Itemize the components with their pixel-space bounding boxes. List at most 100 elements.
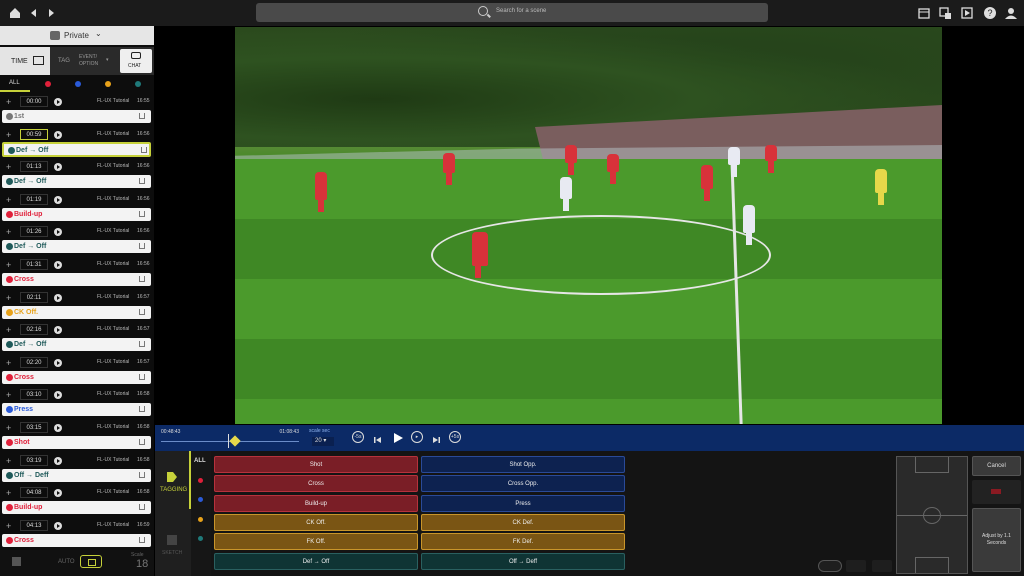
play-icon[interactable] [54, 293, 62, 302]
share-icon[interactable] [139, 471, 145, 478]
video-player[interactable] [235, 27, 942, 424]
scene-entry[interactable]: +02:20 FL-UX Tutorial 16:57 Cross [0, 355, 154, 388]
play-icon[interactable] [54, 98, 62, 106]
play-icon[interactable] [54, 163, 62, 172]
tab-tag[interactable]: TAG [52, 47, 74, 75]
scene-label-bar[interactable]: 1st [2, 110, 151, 123]
scene-label-bar[interactable]: CK Off. [2, 305, 151, 319]
scene-entry[interactable]: +01:31 FL-UX Tutorial 16:56 Cross [0, 257, 154, 290]
back-icon[interactable] [27, 6, 41, 20]
help-icon[interactable]: ? [983, 6, 997, 20]
scene-time[interactable]: 04:13 [20, 519, 48, 531]
scene-label-bar[interactable]: Cross [2, 533, 151, 547]
scene-label-bar[interactable]: Shot [2, 436, 151, 449]
export-icon[interactable] [938, 6, 952, 20]
home-icon[interactable] [8, 6, 22, 20]
filter-blue[interactable] [75, 81, 81, 87]
tag-button[interactable]: Def → Off [214, 552, 418, 570]
record-button[interactable] [972, 480, 1021, 504]
scene-time[interactable]: 01:13 [20, 161, 48, 173]
tag-button[interactable]: Shot [214, 456, 418, 473]
scene-label-bar[interactable]: Def → Off [2, 240, 151, 254]
frame-play-button[interactable]: ▸ [411, 431, 423, 443]
cancel-button[interactable]: Cancel [972, 456, 1021, 476]
scene-time[interactable]: 03:15 [20, 422, 48, 433]
timeline-scrubber[interactable]: 00:48:43 01:08:43 [161, 428, 299, 449]
play-icon[interactable] [54, 326, 62, 335]
scene-label-bar[interactable]: Def → Off [2, 175, 151, 189]
pitch-map[interactable] [896, 456, 968, 574]
scene-entry[interactable]: +01:19 FL-UX Tutorial 16:56 Build-up [0, 192, 154, 225]
filter-yellow[interactable] [105, 81, 111, 87]
share-icon[interactable] [139, 178, 145, 185]
play-icon[interactable] [54, 521, 62, 530]
scene-time[interactable]: 03:19 [20, 454, 48, 466]
scene-entry[interactable]: +01:13 FL-UX Tutorial 16:56 Def → Off [0, 159, 154, 192]
mini-control[interactable] [872, 560, 892, 572]
visibility-selector[interactable]: Private ⌄ [0, 26, 154, 45]
tag-button[interactable]: Cross Opp. [421, 475, 625, 493]
step-back-button[interactable] [373, 432, 383, 443]
add-icon[interactable]: + [6, 325, 11, 335]
filter-all[interactable]: ALL [0, 76, 30, 92]
share-icon[interactable] [139, 439, 145, 445]
scene-entry[interactable]: +04:13 FL-UX Tutorial 16:59 Cross [0, 518, 154, 550]
adjust-button[interactable]: Adjust by 1.1 Seconds [972, 508, 1021, 572]
play-icon[interactable] [54, 489, 62, 498]
share-icon[interactable] [139, 113, 145, 119]
play-icon[interactable] [54, 391, 62, 400]
add-icon[interactable]: + [6, 423, 11, 433]
add-icon[interactable]: + [6, 260, 11, 270]
scene-label-bar[interactable]: Build-up [2, 207, 151, 221]
scene-label-bar[interactable]: Build-up [2, 501, 151, 515]
add-icon[interactable]: + [6, 456, 11, 466]
scene-time[interactable]: 03:10 [20, 389, 48, 401]
step-forward-button[interactable] [431, 432, 441, 443]
calendar-icon[interactable] [917, 6, 931, 20]
account-icon[interactable] [1004, 6, 1018, 20]
playlist-icon[interactable] [960, 6, 974, 20]
tag-button[interactable]: FK Off. [214, 533, 418, 551]
auto-toggle[interactable] [80, 555, 102, 568]
play-button[interactable] [392, 431, 404, 443]
play-icon[interactable] [54, 130, 62, 139]
scene-label-bar[interactable]: Cross [2, 273, 151, 286]
scene-label-bar[interactable]: Def → Off [2, 338, 151, 352]
scene-entry[interactable]: +03:19 FL-UX Tutorial 16:58 Off → Deff [0, 453, 154, 486]
timeline-thumb[interactable] [229, 435, 241, 447]
scene-time[interactable]: 01:19 [20, 193, 48, 205]
scene-time[interactable]: 00:00 [20, 96, 48, 107]
share-icon[interactable] [139, 210, 145, 217]
tag-button[interactable]: Off → Deff [421, 552, 625, 570]
tag-button[interactable]: CK Off. [214, 513, 418, 531]
share-icon[interactable] [139, 373, 145, 380]
share-icon[interactable] [139, 406, 145, 413]
tag-button[interactable]: Build-up [214, 494, 418, 512]
play-icon[interactable] [54, 228, 62, 237]
scene-time[interactable]: 02:16 [20, 324, 48, 336]
share-icon[interactable] [139, 536, 145, 543]
add-icon[interactable]: + [6, 358, 11, 368]
mini-control[interactable] [846, 560, 866, 572]
add-icon[interactable]: + [6, 488, 11, 498]
play-icon[interactable] [54, 424, 62, 432]
share-icon[interactable] [139, 504, 145, 511]
scene-entry[interactable]: +01:26 FL-UX Tutorial 16:56 Def → Off [0, 224, 154, 257]
forward-icon[interactable] [44, 6, 58, 20]
add-icon[interactable]: + [6, 97, 11, 107]
tab-tagging[interactable]: TAGGING [155, 451, 191, 509]
scene-time[interactable]: 01:31 [20, 259, 48, 270]
add-icon[interactable]: + [6, 293, 11, 303]
share-icon[interactable] [141, 146, 147, 153]
scene-label-bar[interactable]: Off → Deff [2, 468, 151, 482]
scene-label-bar[interactable]: Press [2, 403, 151, 417]
folder-icon[interactable] [12, 557, 21, 566]
filter-red[interactable] [45, 81, 51, 87]
category-red[interactable] [198, 478, 203, 483]
play-icon[interactable] [54, 456, 62, 465]
scene-time[interactable]: 02:11 [20, 291, 48, 303]
filter-teal[interactable] [135, 81, 141, 87]
scene-label-bar[interactable]: Def → Off [2, 141, 151, 157]
mini-toggle[interactable] [818, 560, 842, 572]
scene-entry[interactable]: +00:00 FL-UX Tutorial 16:55 1st [0, 94, 154, 127]
